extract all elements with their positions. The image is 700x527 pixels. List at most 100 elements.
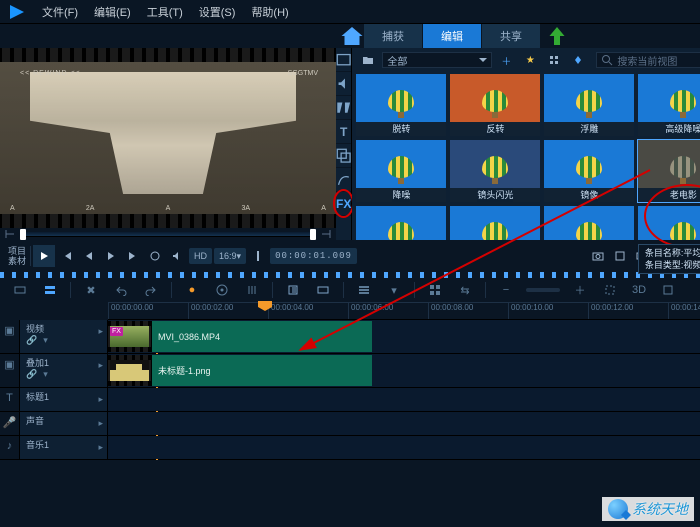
menu-file[interactable]: 文件(F): [34, 4, 86, 20]
track-overlay-body[interactable]: 未标题-1.png: [108, 354, 700, 387]
redo-button[interactable]: [141, 280, 161, 300]
expand-track-icon[interactable]: ▸: [98, 360, 103, 371]
trim-bar[interactable]: [0, 228, 336, 240]
record-button[interactable]: ●: [182, 280, 202, 300]
side-media-icon[interactable]: [336, 48, 351, 72]
track-music-header[interactable]: 音乐1 ▸: [20, 436, 108, 459]
library-thumb[interactable]: 降噪: [356, 140, 446, 202]
expand-track-icon[interactable]: ▸: [98, 418, 103, 429]
tool-disc-icon[interactable]: [212, 280, 232, 300]
link-icon[interactable]: 🔗: [26, 369, 37, 380]
split-button[interactable]: [248, 246, 268, 266]
library-favorite-icon[interactable]: ★: [520, 50, 540, 70]
zoom-slider-minus[interactable]: −: [496, 280, 516, 300]
timecode-display[interactable]: 00:00:01.009: [270, 248, 357, 264]
upload-icon[interactable]: [545, 24, 569, 48]
track-video-header[interactable]: 视频 🔗▾ ▸: [20, 320, 108, 353]
library-thumb[interactable]: [638, 206, 700, 240]
library-thumb[interactable]: 脱转: [356, 74, 446, 136]
subtitle-button[interactable]: [313, 280, 333, 300]
side-transition-icon[interactable]: [336, 96, 351, 120]
clip-video[interactable]: FX MVI_0386.MP4: [108, 321, 372, 352]
track-title-header[interactable]: 标题1 ▸: [20, 388, 108, 411]
chapter-button[interactable]: [283, 280, 303, 300]
batch-convert-button[interactable]: [658, 280, 678, 300]
loop-button[interactable]: [145, 246, 165, 266]
menu-settings[interactable]: 设置(S): [191, 4, 244, 20]
marker-button[interactable]: ▾: [384, 280, 404, 300]
play-button[interactable]: [33, 245, 55, 267]
track-overlay-cam-icon[interactable]: ▣: [0, 354, 20, 387]
aspect-ratio-selector[interactable]: 16:9 ▾: [214, 248, 246, 264]
expand-track-icon[interactable]: ▸: [98, 326, 103, 337]
track-voice-icon[interactable]: 🎤: [0, 412, 20, 435]
menu-help[interactable]: 帮助(H): [243, 4, 296, 20]
library-thumb[interactable]: 镜像: [544, 140, 634, 202]
convert-3d-button[interactable]: 3D: [630, 280, 648, 300]
menu-tools[interactable]: 工具(T): [139, 4, 191, 20]
multicam-button[interactable]: [425, 280, 445, 300]
track-video-cam-icon[interactable]: ▣: [0, 320, 20, 353]
snapshot-button[interactable]: [588, 246, 608, 266]
track-title-icon[interactable]: T: [0, 388, 20, 411]
side-fx-button[interactable]: FX: [336, 192, 351, 216]
next-frame-button[interactable]: [101, 246, 121, 266]
fit-project-button[interactable]: [600, 280, 620, 300]
preview-frame[interactable]: << REWIND << SGGTMV A 2A A 3A A: [0, 62, 336, 214]
library-thumb[interactable]: 浮雕: [544, 74, 634, 136]
zoom-slider-plus[interactable]: ＋: [570, 280, 590, 300]
mode-project-label[interactable]: 项目: [4, 246, 31, 256]
chevron-down-icon[interactable]: ▾: [43, 335, 48, 346]
library-expand-icon[interactable]: [568, 50, 588, 70]
tool-wrench-icon[interactable]: ✖: [81, 280, 101, 300]
library-sort-icon[interactable]: [544, 50, 564, 70]
link-icon[interactable]: 🔗: [26, 335, 37, 346]
hd-indicator[interactable]: HD: [189, 248, 212, 264]
library-thumb[interactable]: [356, 206, 446, 240]
home-icon[interactable]: [340, 24, 364, 48]
mark-in-icon[interactable]: [4, 228, 16, 240]
library-thumb[interactable]: [450, 206, 540, 240]
goto-start-button[interactable]: [57, 246, 77, 266]
side-sound-icon[interactable]: [336, 72, 351, 96]
track-manager-button[interactable]: [354, 280, 374, 300]
volume-button[interactable]: [167, 246, 187, 266]
library-filter-select[interactable]: 全部: [382, 52, 492, 68]
storyboard-view-button[interactable]: [10, 280, 30, 300]
chevron-down-icon[interactable]: ▾: [43, 369, 48, 380]
track-music-icon[interactable]: ♪: [0, 436, 20, 459]
menu-edit[interactable]: 编辑(E): [86, 4, 139, 20]
expand-track-icon[interactable]: ▸: [98, 442, 103, 453]
trim-handle-left[interactable]: [20, 229, 26, 240]
track-music-body[interactable]: [108, 436, 700, 459]
clip-overlay[interactable]: 未标题-1.png: [108, 355, 372, 386]
library-thumb[interactable]: 高级降噪: [638, 74, 700, 136]
side-path-icon[interactable]: [336, 168, 351, 192]
side-title-icon[interactable]: T: [336, 120, 351, 144]
prev-frame-button[interactable]: [79, 246, 99, 266]
library-thumb[interactable]: 镜头闪光: [450, 140, 540, 202]
mode-clip-label[interactable]: 素材: [4, 256, 31, 266]
option-a-button[interactable]: [610, 246, 630, 266]
track-title-body[interactable]: [108, 388, 700, 411]
zoom-slider[interactable]: [526, 288, 560, 292]
library-thumb[interactable]: [544, 206, 634, 240]
tab-edit[interactable]: 编辑: [423, 24, 482, 48]
undo-button[interactable]: [111, 280, 131, 300]
ripple-button[interactable]: ⇆: [455, 280, 475, 300]
tab-capture[interactable]: 捕获: [364, 24, 423, 48]
track-video-body[interactable]: FX MVI_0386.MP4: [108, 320, 700, 353]
library-folder-icon[interactable]: [358, 50, 378, 70]
timeline-ruler[interactable]: 00:00:00.00 00:00:02.00 00:00:04.00 00:0…: [108, 302, 700, 320]
mark-out-icon[interactable]: [320, 228, 332, 240]
library-thumb[interactable]: 反转: [450, 74, 540, 136]
trim-handle-right[interactable]: [310, 229, 316, 240]
track-overlay-header[interactable]: 叠加1 🔗▾ ▸: [20, 354, 108, 387]
tab-share[interactable]: 共享: [482, 24, 541, 48]
mixer-button[interactable]: [242, 280, 262, 300]
side-overlay-icon[interactable]: [336, 144, 351, 168]
timeline-view-button[interactable]: [40, 280, 60, 300]
library-add-icon[interactable]: ＋: [496, 50, 516, 70]
trim-track[interactable]: [20, 232, 316, 237]
search-box[interactable]: 搜索当前视图: [596, 52, 700, 68]
